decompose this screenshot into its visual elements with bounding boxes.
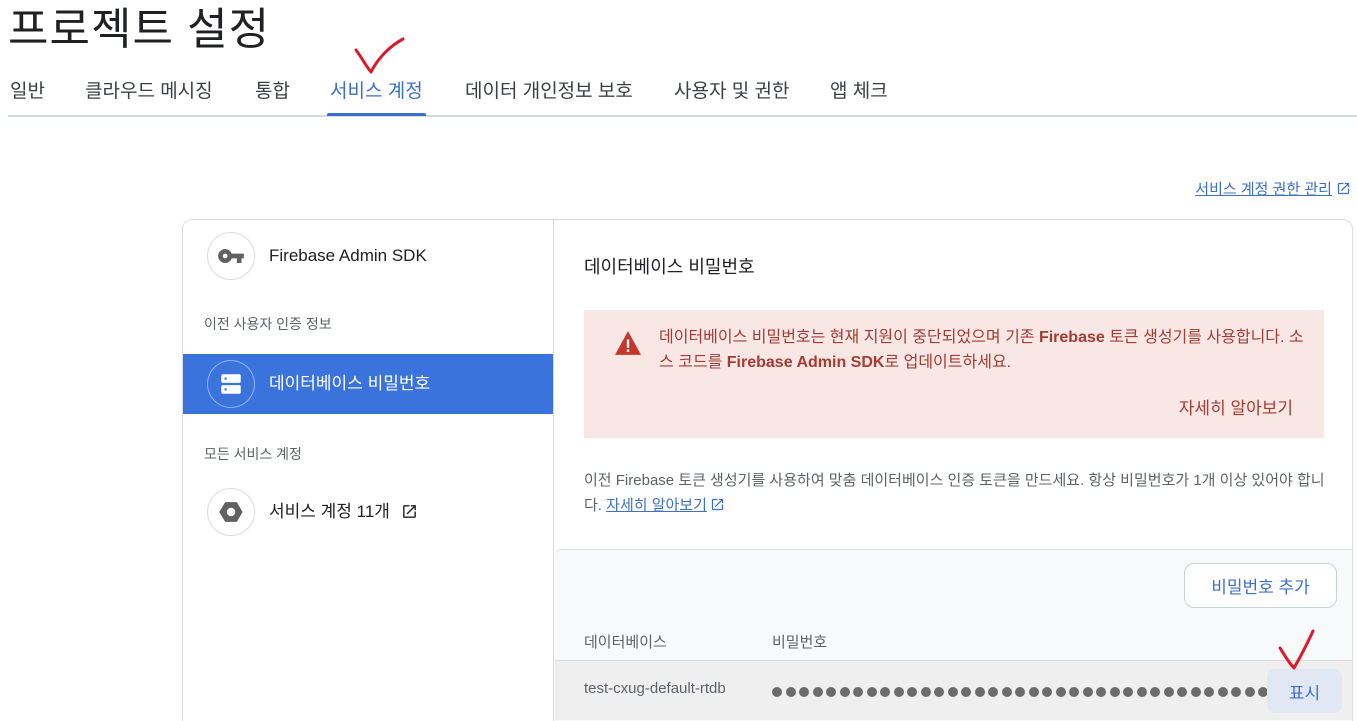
secret-dot (853, 687, 863, 697)
secret-dot (1028, 687, 1039, 697)
tab-data-privacy[interactable]: 데이터 개인정보 보호 (465, 72, 633, 115)
tab-app-check[interactable]: 앱 체크 (830, 72, 888, 115)
secret-dot (880, 687, 890, 697)
secrets-table: 비밀번호 추가 데이터베이스 비밀번호 test-cxug-default-rt… (555, 549, 1352, 721)
sidebar-item-admin-sdk-label: Firebase Admin SDK (269, 246, 427, 265)
secret-dot (1069, 687, 1079, 697)
legacy-credentials-heading: 이전 사용자 인증 정보 (204, 316, 332, 332)
deprecation-alert: 데이터베이스 비밀번호는 현재 지원이 중단되었으며 기존 Firebase 토… (584, 310, 1324, 438)
external-link-icon (710, 495, 725, 520)
secret-dot (907, 687, 917, 697)
secret-dot (1217, 687, 1228, 697)
service-accounts-count-label: 서비스 계정 11개 (269, 502, 390, 521)
secret-dot (812, 687, 823, 697)
secret-dot (1163, 687, 1174, 697)
description-learn-more-link[interactable]: 자세히 알아보기 (606, 497, 707, 514)
secret-dot (1042, 687, 1052, 697)
secret-dot (1082, 687, 1093, 697)
secret-dot (961, 687, 971, 697)
external-link-icon (1336, 181, 1351, 200)
description-text: 이전 Firebase 토큰 생성기를 사용하여 맞춤 데이터베이스 인증 토큰… (584, 468, 1329, 520)
secret-dot (1190, 687, 1201, 697)
secret-dot (1055, 687, 1066, 697)
secret-dot (1123, 687, 1133, 697)
all-service-accounts-heading: 모든 서비스 계정 (204, 446, 302, 462)
manage-permissions-link[interactable]: 서비스 계정 권한 관리 (1195, 178, 1351, 200)
manage-permissions-label: 서비스 계정 권한 관리 (1195, 181, 1332, 198)
database-name: test-cxug-default-rtdb (584, 680, 726, 697)
hexagon-icon (207, 488, 255, 536)
annotation-checkmark-tab (354, 37, 405, 74)
column-header-database: 데이터베이스 (584, 634, 667, 651)
tab-cloud-messaging[interactable]: 클라우드 메시징 (85, 72, 213, 115)
secret-dot (1231, 687, 1241, 697)
secret-dot (934, 687, 944, 697)
secret-dot (772, 687, 782, 697)
column-header-secret: 비밀번호 (772, 634, 828, 651)
secret-dot (920, 687, 931, 697)
sidebar-item-admin-sdk[interactable]: Firebase Admin SDK (183, 220, 553, 280)
database-icon (207, 360, 255, 408)
secret-dot (1150, 687, 1160, 697)
secret-dot (799, 687, 809, 697)
active-tab-indicator (327, 113, 426, 116)
sidebar: Firebase Admin SDK 이전 사용자 인증 정보 데이터베이스 비… (183, 220, 554, 721)
secret-dot (866, 687, 877, 697)
add-secret-button[interactable]: 비밀번호 추가 (1184, 563, 1337, 608)
page-title: 프로젝트 설정 (8, 5, 271, 54)
masked-secret (772, 684, 1282, 700)
sidebar-item-service-accounts-label: 서비스 계정 11개 (269, 476, 418, 548)
tab-integrations[interactable]: 통합 (255, 72, 290, 115)
secret-dot (1136, 687, 1147, 697)
secret-dot (1096, 687, 1106, 697)
tab-service-accounts[interactable]: 서비스 계정 (327, 72, 426, 116)
tab-bar: 일반 클라우드 메시징 통합 서비스 계정 데이터 개인정보 보호 사용자 및 … (8, 72, 1357, 117)
sidebar-item-database-secrets-label: 데이터베이스 비밀번호 (269, 374, 431, 393)
table-row: test-cxug-default-rtdb 표시 (555, 660, 1352, 720)
alert-learn-more-link[interactable]: 자세히 알아보기 (1179, 394, 1293, 419)
key-icon (207, 232, 255, 280)
database-secrets-panel: 데이터베이스 비밀번호 데이터베이스 비밀번호는 현재 지원이 중단되었으며 기… (555, 220, 1352, 721)
secret-dot (1015, 687, 1025, 697)
tab-users-permissions[interactable]: 사용자 및 권한 (674, 72, 789, 115)
secret-dot (988, 687, 998, 697)
secret-dot (1244, 687, 1255, 697)
secret-dot (826, 687, 836, 697)
panel-title: 데이터베이스 비밀번호 (584, 257, 755, 277)
sidebar-item-service-accounts[interactable]: 서비스 계정 11개 (183, 476, 553, 536)
service-accounts-card: Firebase Admin SDK 이전 사용자 인증 정보 데이터베이스 비… (182, 219, 1353, 721)
warning-icon (615, 331, 641, 355)
secret-dot (974, 687, 985, 697)
secret-dot (947, 687, 958, 697)
secret-dot (1177, 687, 1187, 697)
secret-dot (893, 687, 904, 697)
tab-service-accounts-label: 서비스 계정 (330, 81, 423, 102)
sidebar-item-database-secrets[interactable]: 데이터베이스 비밀번호 (183, 354, 553, 414)
tab-general[interactable]: 일반 (10, 72, 45, 115)
alert-message: 데이터베이스 비밀번호는 현재 지원이 중단되었으며 기존 Firebase 토… (659, 329, 1304, 371)
secret-dot (1001, 687, 1012, 697)
secret-dot (785, 687, 796, 697)
secret-dot (839, 687, 850, 697)
show-secret-button[interactable]: 표시 (1267, 669, 1342, 713)
external-link-icon (401, 479, 418, 551)
secret-dot (1109, 687, 1120, 697)
secret-dot (1204, 687, 1214, 697)
